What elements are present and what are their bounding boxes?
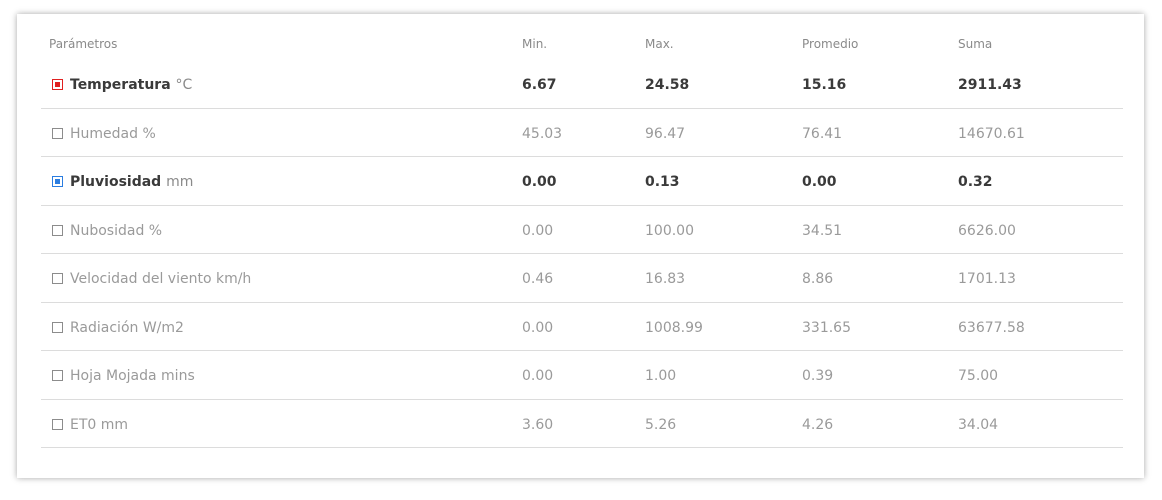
checkbox-fill xyxy=(55,82,60,87)
checkbox-fill xyxy=(55,228,60,233)
parameter-unit: mm xyxy=(166,174,194,190)
min-value: 0.00 xyxy=(522,319,554,336)
max-value: 5.26 xyxy=(645,416,677,433)
parameter-unit: km/h xyxy=(215,271,252,287)
header-sum: Suma xyxy=(958,37,993,51)
checkbox-icon[interactable] xyxy=(52,321,63,333)
parameter-unit: mm xyxy=(100,416,129,433)
table-row: Temperatura °C 6.67 24.58 15.16 2911.43 xyxy=(41,60,1123,109)
table-row: ET0 mm 3.60 5.26 4.26 34.04 xyxy=(41,400,1123,448)
parameter-name: Pluviosidad xyxy=(70,174,162,190)
min-value: 3.60 xyxy=(522,416,554,433)
parameter-toggle[interactable]: Velocidad del viento km/h xyxy=(52,271,251,287)
average-value: 0.39 xyxy=(802,368,834,384)
checkbox-icon[interactable] xyxy=(52,79,63,90)
average-value: 15.16 xyxy=(802,77,847,93)
parameter-toggle[interactable]: Pluviosidad mm xyxy=(52,174,193,190)
parameter-name: ET0 xyxy=(70,416,97,433)
parameter-name: Velocidad del viento xyxy=(70,271,212,287)
sum-value: 6626.00 xyxy=(958,222,1016,239)
checkbox-icon[interactable] xyxy=(52,176,63,187)
parameter-unit: mins xyxy=(161,368,195,384)
parameter-toggle[interactable]: Temperatura °C xyxy=(52,77,192,93)
parameter-name: Humedad xyxy=(70,125,139,142)
min-value: 45.03 xyxy=(522,125,563,142)
min-value: 0.46 xyxy=(522,271,554,287)
parameter-toggle[interactable]: ET0 mm xyxy=(52,417,128,433)
checkbox-fill xyxy=(55,276,60,281)
sum-value: 14670.61 xyxy=(958,125,1025,142)
table-header: Parámetros Min. Max. Promedio Suma xyxy=(41,36,1123,58)
checkbox-icon[interactable] xyxy=(52,224,63,236)
checkbox-fill xyxy=(55,422,60,427)
max-value: 96.47 xyxy=(645,125,686,142)
table-row: Velocidad del viento km/h 0.46 16.83 8.86 17… xyxy=(41,254,1123,303)
parameter-unit: % xyxy=(142,125,156,142)
sum-value: 75.00 xyxy=(958,368,999,384)
checkbox-icon[interactable] xyxy=(52,127,63,139)
parameter-unit: W/m2 xyxy=(142,319,184,336)
parameter-unit: °C xyxy=(175,77,193,93)
max-value: 16.83 xyxy=(645,271,686,287)
parameters-card: Parámetros Min. Max. Promedio Suma Tempe… xyxy=(17,14,1144,478)
parameter-toggle[interactable]: Nubosidad % xyxy=(52,223,162,239)
min-value: 0.00 xyxy=(522,368,554,384)
table-row: Hoja Mojada mins 0.00 1.00 0.39 75.00 xyxy=(41,351,1123,400)
checkbox-icon[interactable] xyxy=(52,273,63,284)
sum-value: 1701.13 xyxy=(958,271,1016,287)
average-value: 0.00 xyxy=(802,174,837,190)
parameter-toggle[interactable]: Radiación W/m2 xyxy=(52,320,184,336)
parameters-table-body: Temperatura °C 6.67 24.58 15.16 2911.43 Humed… xyxy=(41,60,1123,448)
checkbox-fill xyxy=(55,373,60,378)
header-max: Max. xyxy=(645,37,674,51)
checkbox-icon[interactable] xyxy=(52,370,63,381)
max-value: 0.13 xyxy=(645,174,680,190)
sum-value: 63677.58 xyxy=(958,319,1025,336)
parameter-name: Temperatura xyxy=(70,77,171,93)
min-value: 0.00 xyxy=(522,174,557,190)
max-value: 24.58 xyxy=(645,77,690,93)
table-row: Pluviosidad mm 0.00 0.13 0.00 0.32 xyxy=(41,157,1123,206)
average-value: 331.65 xyxy=(802,319,851,336)
max-value: 1008.99 xyxy=(645,319,703,336)
parameter-toggle[interactable]: Hoja Mojada mins xyxy=(52,368,195,384)
checkbox-fill xyxy=(55,179,60,184)
sum-value: 34.04 xyxy=(958,416,999,433)
checkbox-fill xyxy=(55,325,60,330)
header-min: Min. xyxy=(522,37,548,51)
average-value: 4.26 xyxy=(802,416,834,433)
parameter-toggle[interactable]: Humedad % xyxy=(52,126,156,142)
sum-value: 2911.43 xyxy=(958,77,1022,93)
checkbox-fill xyxy=(55,131,60,136)
parameter-name: Radiación xyxy=(70,319,139,336)
max-value: 100.00 xyxy=(645,222,694,239)
parameter-name: Nubosidad xyxy=(70,222,145,239)
header-parameters: Parámetros xyxy=(49,37,118,51)
average-value: 8.86 xyxy=(802,271,834,287)
min-value: 6.67 xyxy=(522,77,557,93)
min-value: 0.00 xyxy=(522,222,554,239)
max-value: 1.00 xyxy=(645,368,677,384)
table-row: Nubosidad % 0.00 100.00 34.51 6626.00 xyxy=(41,206,1123,254)
average-value: 34.51 xyxy=(802,222,843,239)
checkbox-icon[interactable] xyxy=(52,418,63,430)
table-row: Humedad % 45.03 96.47 76.41 14670.61 xyxy=(41,109,1123,157)
sum-value: 0.32 xyxy=(958,174,993,190)
average-value: 76.41 xyxy=(802,125,843,142)
parameter-name: Hoja Mojada xyxy=(70,368,157,384)
parameter-unit: % xyxy=(148,222,163,239)
table-row: Radiación W/m2 0.00 1008.99 331.65 63677.58 xyxy=(41,303,1123,351)
header-average: Promedio xyxy=(802,37,859,51)
